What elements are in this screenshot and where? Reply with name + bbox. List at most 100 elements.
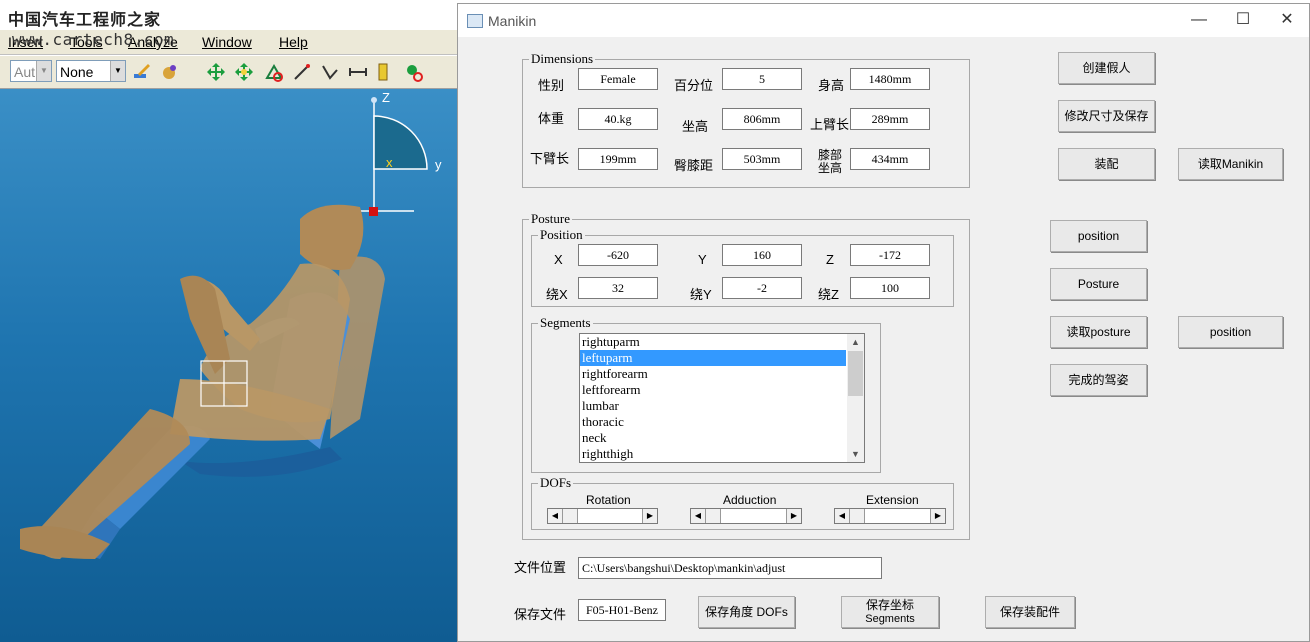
position-button[interactable]: position [1050,220,1147,252]
scroll-thumb[interactable] [848,351,863,396]
layer-filter-value: None [60,64,94,80]
y-field[interactable]: 160 [722,244,802,266]
complete-posture-button[interactable]: 完成的驾姿 [1050,364,1147,396]
render-mode-value: Aut [14,64,36,80]
read-posture-button[interactable]: 读取posture [1050,316,1147,348]
3d-viewport[interactable]: Z y x [0,89,460,642]
angle-icon[interactable] [320,62,340,82]
paint-bucket-icon[interactable] [160,62,180,82]
brush-icon[interactable] [132,62,152,82]
hip-knee-label: 臀膝距 [674,158,714,173]
y-label: Y [698,252,707,267]
minimize-icon[interactable]: — [1189,10,1209,30]
segments-listbox[interactable]: rightuparm leftuparm rightforearm leftfo… [579,333,865,463]
rotate-x-field[interactable]: 32 [578,277,658,299]
list-item[interactable]: rightforearm [580,366,846,382]
save-coords-line1: 保存坐标 [865,598,914,612]
height-field[interactable]: 1480mm [850,68,930,90]
file-location-label: 文件位置 [514,560,567,575]
save-file-field[interactable]: F05-H01-Benz [578,599,666,621]
posture-button[interactable]: Posture [1050,268,1147,300]
save-file-label: 保存文件 [514,607,567,622]
menu-help[interactable]: Help [279,34,308,50]
menu-window[interactable]: Window [202,34,252,50]
slider-thumb[interactable] [563,509,578,523]
save-segment-coords-button[interactable]: 保存坐标 Segments [841,596,939,628]
maximize-icon[interactable]: ☐ [1233,10,1253,30]
arrow-right-icon[interactable]: ▶ [930,509,945,523]
create-manikin-button[interactable]: 创建假人 [1058,52,1155,84]
assemble-button[interactable]: 装配 [1058,148,1155,180]
adduction-label: Adduction [723,493,777,507]
modify-save-button[interactable]: 修改尺寸及保存 [1058,100,1155,132]
render-mode-combo[interactable]: Aut ▼ [10,60,52,82]
list-item[interactable]: thoracic [580,414,846,430]
z-field[interactable]: -172 [850,244,930,266]
chevron-down-icon: ▼ [110,61,125,81]
segments-scrollbar[interactable]: ▲ ▼ [847,334,864,462]
rotate-icon[interactable] [234,62,254,82]
slider-thumb[interactable] [706,509,721,523]
list-item[interactable]: rightuparm [580,334,846,350]
knee-height-field[interactable]: 434mm [850,148,930,170]
rotate-z-field[interactable]: 100 [850,277,930,299]
list-item[interactable]: rightthigh [580,446,846,462]
arrow-right-icon[interactable]: ▶ [786,509,801,523]
close-icon[interactable]: ✕ [1277,10,1297,30]
hip-knee-field[interactable]: 503mm [722,148,802,170]
rotation-label: Rotation [586,493,631,507]
arrow-left-icon[interactable]: ◀ [548,509,563,523]
axis-y-label: y [435,157,442,172]
knee-height-label-line2: 坐高 [818,161,843,175]
sitting-height-field[interactable]: 806mm [722,108,802,130]
arrow-left-icon[interactable]: ◀ [691,509,706,523]
scroll-up-icon[interactable]: ▲ [847,334,864,350]
axis-z-label: Z [382,90,390,105]
scroll-down-icon[interactable]: ▼ [847,446,864,462]
x-label: X [554,252,563,267]
layer-filter-combo[interactable]: None ▼ [56,60,126,82]
rotate-y-label: 绕Y [690,287,712,302]
rotate-y-field[interactable]: -2 [722,277,802,299]
dialog-title-bar[interactable]: Manikin — ☐ ✕ [458,4,1309,37]
forearm-label: 下臂长 [530,151,570,166]
measure-icon[interactable] [292,62,312,82]
ruler-icon[interactable] [376,62,396,82]
position-secondary-button[interactable]: position [1178,316,1283,348]
manikin-3d-model: Z y x [20,90,442,559]
x-field[interactable]: -620 [578,244,658,266]
cad-toolbar: Aut ▼ None ▼ [0,56,460,89]
distance-icon[interactable] [348,62,368,82]
save-coords-line2: Segments [865,613,915,625]
percentile-field[interactable]: 5 [722,68,802,90]
list-item[interactable]: lumbar [580,398,846,414]
weight-field[interactable]: 40.kg [578,108,658,130]
list-item[interactable]: neck [580,430,846,446]
file-location-field[interactable]: C:\Users\bangshui\Desktop\mankin\adjust [578,557,882,579]
no-select-icon[interactable] [404,62,424,82]
arrow-right-icon[interactable]: ▶ [642,509,657,523]
chevron-down-icon: ▼ [36,61,51,81]
axis-x-label: x [386,155,393,170]
dialog-title: Manikin [488,13,537,29]
list-item[interactable]: leftforearm [580,382,846,398]
site-watermark: www.cartech8.com [12,30,175,49]
rotation-slider[interactable]: ◀ ▶ [547,508,658,524]
gender-field[interactable]: Female [578,68,658,90]
save-dofs-button[interactable]: 保存角度 DOFs [698,596,795,628]
pan-icon[interactable] [206,62,226,82]
segments-legend: Segments [538,315,593,331]
read-manikin-button[interactable]: 读取Manikin [1178,148,1283,180]
save-assembly-button[interactable]: 保存装配件 [985,596,1075,628]
slider-thumb[interactable] [850,509,865,523]
sitting-height-label: 坐高 [682,119,709,134]
posture-legend: Posture [529,211,572,227]
dimensions-legend: Dimensions [529,51,596,67]
adduction-slider[interactable]: ◀ ▶ [690,508,802,524]
arrow-left-icon[interactable]: ◀ [835,509,850,523]
extension-slider[interactable]: ◀ ▶ [834,508,946,524]
forearm-field[interactable]: 199mm [578,148,658,170]
snap-off-icon[interactable] [264,62,284,82]
list-item-selected[interactable]: leftuparm [580,350,846,366]
upper-arm-field[interactable]: 289mm [850,108,930,130]
